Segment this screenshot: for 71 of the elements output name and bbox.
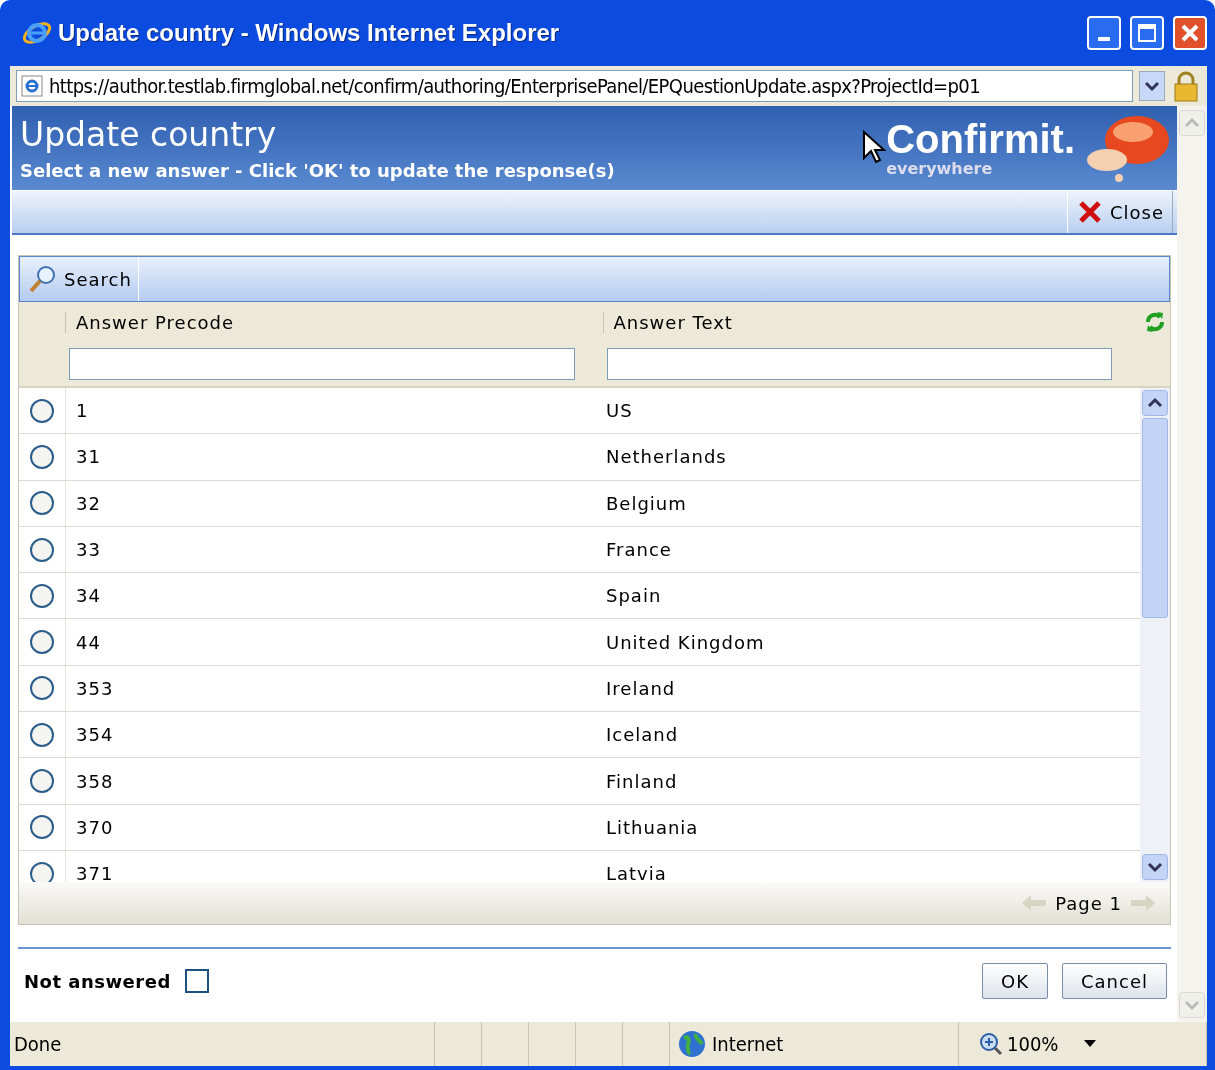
precode-cell: 34 <box>76 585 101 607</box>
not-answered-label: Not answered <box>24 970 171 992</box>
zoom-level[interactable]: 100% <box>1007 1032 1059 1056</box>
scrollbar-thumb[interactable] <box>1142 418 1168 618</box>
maximize-icon <box>1138 24 1156 42</box>
radio-button[interactable] <box>29 860 55 882</box>
search-icon <box>28 264 58 294</box>
precode-filter-field[interactable] <box>69 348 575 380</box>
logo-tagline: everywhere <box>886 158 994 178</box>
address-field[interactable]: https://author.testlab.firmglobal.net/confirm/authoring/EnterprisePanel/EPQuestionUpdate.aspx?ProjectId=p01 <box>16 70 1133 102</box>
precode-cell: 31 <box>76 446 101 468</box>
answer-text-cell: Lithuania <box>606 816 699 838</box>
logo-text: Confirmit. <box>886 118 1075 159</box>
dialog-button[interactable]: Cancel <box>1062 963 1167 999</box>
column-header[interactable]: Answer Text <box>602 311 1140 333</box>
answer-text-cell: Spain <box>606 585 662 607</box>
radio-button[interactable] <box>29 536 55 563</box>
globe-icon <box>678 1030 706 1058</box>
precode-cell: 371 <box>76 863 114 882</box>
minimize-icon <box>1098 37 1110 41</box>
caret-icon[interactable] <box>1084 1040 1097 1048</box>
page-label: Page 1 <box>1055 892 1122 914</box>
window-title: Update country - Windows Internet Explorer <box>58 19 561 47</box>
radio-button[interactable] <box>29 582 55 609</box>
zone-label: Internet <box>712 1032 784 1056</box>
lock-icon <box>1171 70 1201 102</box>
close-button[interactable]: Close <box>1066 191 1173 233</box>
close-button[interactable] <box>1173 16 1207 50</box>
radio-button[interactable] <box>29 629 55 656</box>
page-subtitle: Select a new answer - Click 'OK' to update the response(s) <box>20 160 616 181</box>
radio-button[interactable] <box>29 397 55 424</box>
precode-cell: 358 <box>76 770 114 792</box>
close-icon <box>1181 24 1199 42</box>
page-title: Update country <box>20 115 278 154</box>
cursor-icon <box>862 130 887 166</box>
precode-cell: 370 <box>76 816 114 838</box>
radio-button[interactable] <box>29 814 55 841</box>
zoom-icon[interactable] <box>979 1032 1003 1056</box>
precode-cell: 1 <box>76 400 89 422</box>
answer-text-cell: Ireland <box>606 677 676 699</box>
status-text: Done <box>14 1032 62 1056</box>
close-icon <box>1077 200 1102 224</box>
radio-button[interactable] <box>29 490 55 517</box>
radio-button[interactable] <box>29 768 55 794</box>
column-header[interactable]: Answer Precode <box>65 311 603 333</box>
refresh-icon[interactable] <box>1144 310 1166 334</box>
precode-cell: 32 <box>76 492 101 514</box>
minimize-button[interactable] <box>1087 16 1121 50</box>
answer-text-cell: Finland <box>606 770 678 792</box>
answer-text-cell: Netherlands <box>606 446 727 468</box>
dialog-button[interactable]: OK <box>982 963 1048 999</box>
answer-text-cell: US <box>606 400 633 422</box>
maximize-button[interactable] <box>1130 16 1164 50</box>
precode-cell: 354 <box>76 724 114 746</box>
precode-cell: 33 <box>76 539 101 561</box>
text-filter-field[interactable] <box>606 348 1112 380</box>
answer-text-cell: France <box>606 539 672 561</box>
search-button[interactable]: Search <box>20 257 139 301</box>
radio-button[interactable] <box>29 675 55 702</box>
radio-button[interactable] <box>29 721 55 748</box>
answer-text-cell: Belgium <box>606 492 687 514</box>
scroll-down-button[interactable] <box>1142 854 1168 880</box>
precode-cell: 353 <box>76 677 114 699</box>
precode-cell: 44 <box>76 631 101 653</box>
scroll-up-button[interactable] <box>1142 390 1168 416</box>
answer-text-cell: Iceland <box>606 724 679 746</box>
checkbox[interactable] <box>184 969 209 993</box>
radio-button[interactable] <box>29 443 55 470</box>
page-icon <box>21 75 43 97</box>
answer-text-cell: Latvia <box>606 863 667 882</box>
answer-text-cell: United Kingdom <box>606 631 765 653</box>
